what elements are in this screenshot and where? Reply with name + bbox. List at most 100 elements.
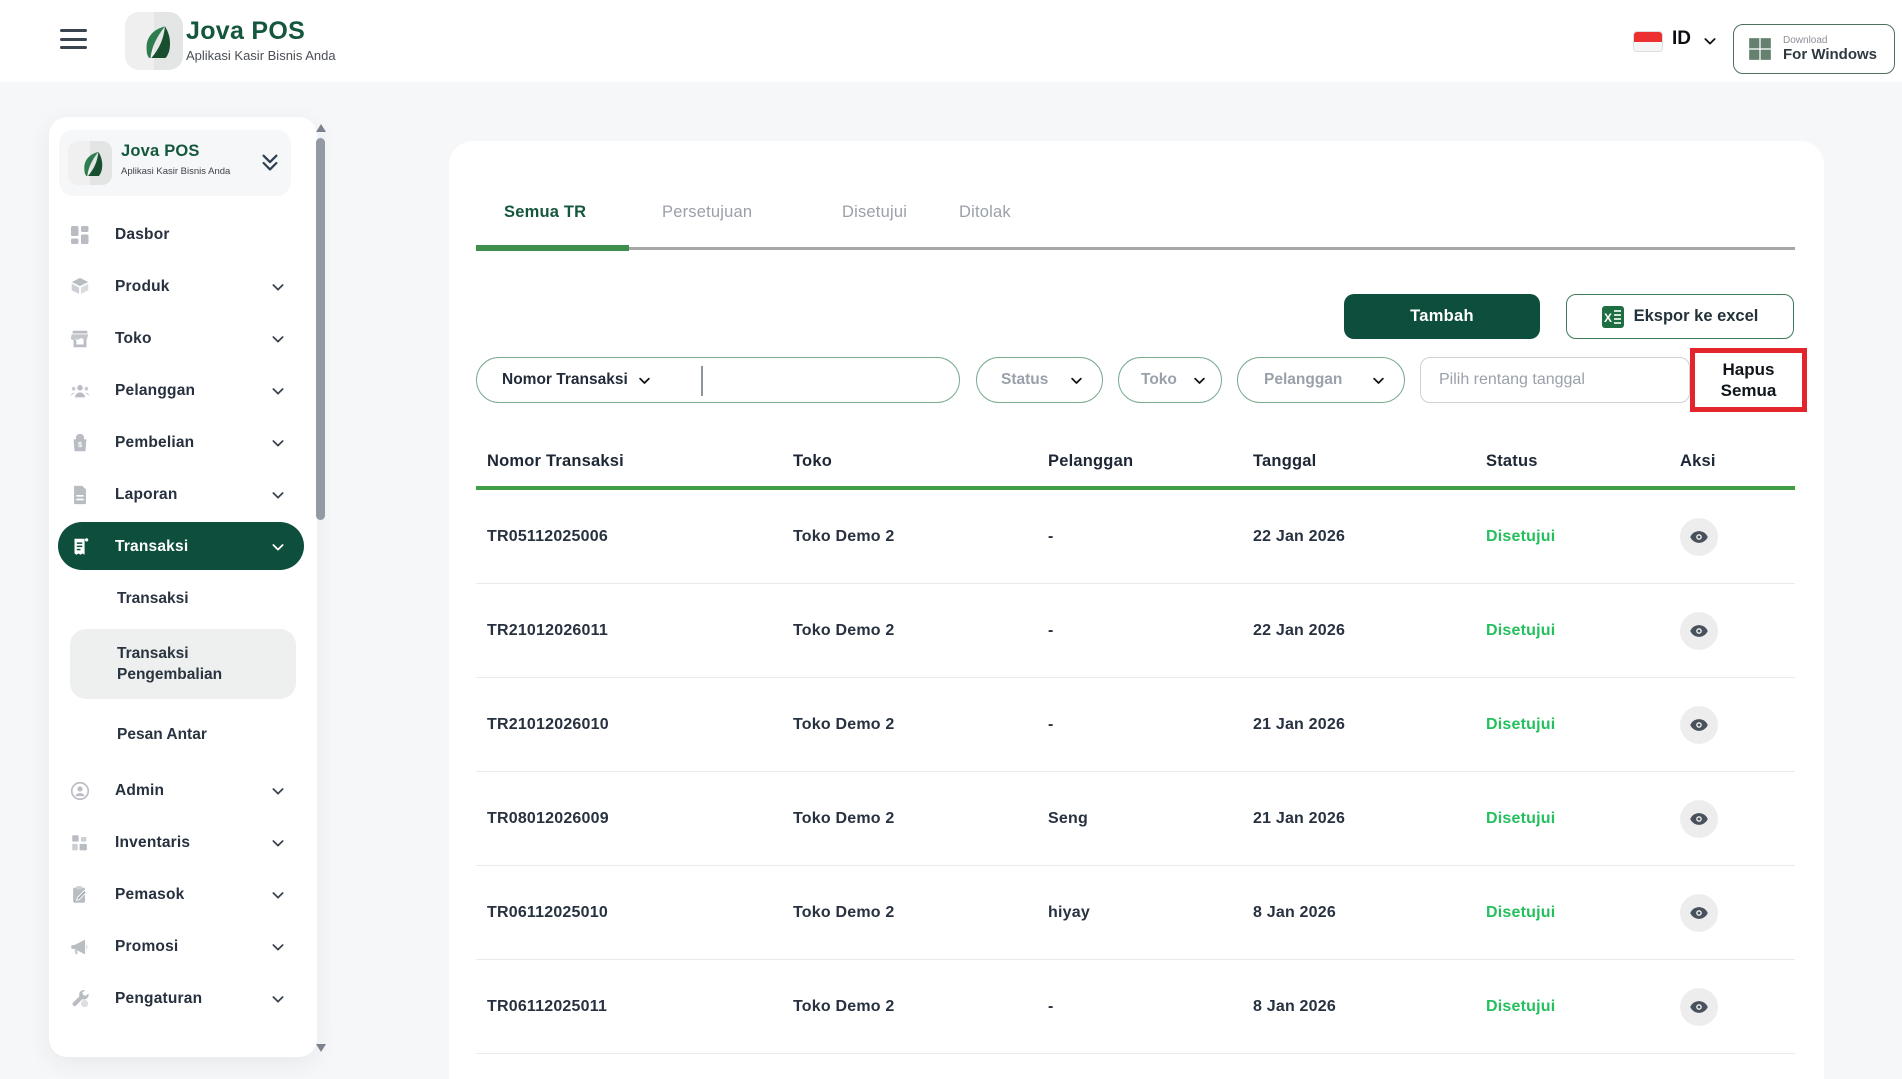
download-windows-button[interactable]: Download For Windows (1733, 24, 1895, 74)
chevron-down-icon (270, 539, 286, 555)
tab-semua-tr[interactable]: Semua TR (504, 203, 586, 222)
tambah-button[interactable]: Tambah (1344, 294, 1540, 339)
chevron-down-icon (270, 487, 286, 503)
status-badge: Disetujui (1486, 622, 1680, 640)
search-type-dropdown[interactable]: Nomor Transaksi (502, 371, 628, 389)
view-action-button[interactable] (1680, 706, 1718, 744)
language-selector[interactable]: ID (1672, 28, 1691, 50)
table-row: TR21012026010 Toko Demo 2 - 21 Jan 2026 … (476, 678, 1795, 772)
app-tagline: Aplikasi Kasir Bisnis Anda (186, 48, 336, 63)
col-header-pelanggan: Pelanggan (1048, 452, 1253, 471)
sidebar-subitem-transaksi[interactable]: Transaksi (49, 577, 317, 621)
search-input[interactable] (713, 362, 949, 398)
wrench-icon (69, 988, 91, 1010)
cell-nomor: TR21012026010 (487, 716, 793, 734)
hamburger-menu-icon[interactable] (60, 29, 87, 53)
clipboard-pen-icon (69, 884, 91, 906)
status-filter-dropdown[interactable]: Status (976, 357, 1103, 403)
tab-ditolak[interactable]: Ditolak (959, 203, 1011, 222)
date-range-input[interactable] (1421, 358, 1689, 402)
cell-tanggal: 8 Jan 2026 (1253, 904, 1486, 922)
view-action-button[interactable] (1680, 612, 1718, 650)
tab-disetujui[interactable]: Disetujui (842, 203, 907, 222)
scroll-up-arrow-icon[interactable] (316, 124, 326, 132)
cell-tanggal: 22 Jan 2026 (1253, 528, 1486, 546)
cell-tanggal: 21 Jan 2026 (1253, 716, 1486, 734)
sidebar-item-pembelian[interactable]: $ Pembelian (49, 417, 317, 469)
sidebar-item-promosi[interactable]: Promosi (49, 921, 317, 973)
status-filter-label: Status (1001, 371, 1048, 389)
sidebar-item-pemasok[interactable]: Pemasok (49, 869, 317, 921)
view-action-button[interactable] (1680, 800, 1718, 838)
sidebar-scrollbar[interactable] (315, 120, 327, 1056)
view-action-button[interactable] (1680, 518, 1718, 556)
windows-logo-icon (1747, 36, 1773, 62)
tabs-divider (476, 247, 1795, 250)
store-icon (69, 328, 91, 350)
pelanggan-filter-label: Pelanggan (1264, 371, 1342, 389)
chevron-down-icon (270, 991, 286, 1007)
col-header-aksi: Aksi (1680, 452, 1806, 471)
table-row: TR08012026009 Toko Demo 2 Seng 21 Jan 20… (476, 772, 1795, 866)
indonesia-flag-icon[interactable] (1633, 31, 1663, 52)
sidebar-item-laporan[interactable]: Laporan (49, 469, 317, 521)
export-excel-button[interactable]: X Ekspor ke excel (1566, 294, 1794, 339)
hapus-semua-button-highlighted[interactable]: Hapus Semua (1690, 348, 1807, 412)
sidebar-subitem-transaksi-pengembalian[interactable]: Transaksi Pengembalian (70, 629, 296, 699)
sidebar-item-dasbor[interactable]: Dasbor (49, 209, 317, 261)
sidebar-item-produk[interactable]: Produk (49, 261, 317, 313)
scroll-down-arrow-icon[interactable] (316, 1044, 326, 1052)
scrollbar-thumb[interactable] (316, 138, 325, 520)
sidebar-item-inventaris[interactable]: Inventaris (49, 817, 317, 869)
chevron-down-icon (270, 383, 286, 399)
chevron-down-icon (270, 783, 286, 799)
tab-persetujuan[interactable]: Persetujuan (662, 203, 752, 222)
chevron-down-icon (1371, 373, 1386, 388)
users-icon (69, 380, 91, 402)
leaf-icon (77, 150, 103, 176)
search-type-and-input: Nomor Transaksi (476, 357, 960, 403)
toko-filter-dropdown[interactable]: Toko (1118, 357, 1222, 403)
chevron-down-icon (270, 279, 286, 295)
pelanggan-filter-dropdown[interactable]: Pelanggan (1237, 357, 1405, 403)
chevron-down-icon (270, 939, 286, 955)
eye-icon (1689, 715, 1709, 735)
cell-nomor: TR05112025006 (487, 528, 793, 546)
app-title: Jova POS (186, 17, 336, 46)
sidebar-logo (68, 141, 112, 185)
chevron-down-icon (270, 435, 286, 451)
col-header-toko: Toko (793, 452, 1048, 471)
cell-pelanggan: - (1048, 528, 1253, 546)
box-icon (69, 276, 91, 298)
sidebar-subitem-label: Transaksi Pengembalian (117, 643, 277, 685)
main-content-card: Semua TR Persetujuan Disetujui Ditolak T… (449, 141, 1824, 1079)
export-excel-label: Ekspor ke excel (1634, 307, 1759, 326)
sidebar-item-admin[interactable]: Admin (49, 765, 317, 817)
chevron-down-icon (1069, 373, 1084, 388)
sidebar-item-pengaturan[interactable]: Pengaturan (49, 973, 317, 1025)
sidebar-item-pelanggan[interactable]: Pelanggan (49, 365, 317, 417)
chevron-down-icon[interactable] (637, 373, 652, 388)
sidebar-item-toko[interactable]: Toko (49, 313, 317, 365)
double-chevron-down-icon[interactable] (259, 151, 281, 175)
view-action-button[interactable] (1680, 988, 1718, 1026)
cell-tanggal: 22 Jan 2026 (1253, 622, 1486, 640)
cell-toko: Toko Demo 2 (793, 716, 1048, 734)
chevron-down-icon (1192, 373, 1207, 388)
sidebar-subitem-pesan-antar[interactable]: Pesan Antar (49, 713, 317, 757)
status-badge: Disetujui (1486, 528, 1680, 546)
sidebar-item-label: Dasbor (115, 226, 170, 244)
sidebar-item-label: Promosi (115, 938, 178, 956)
chevron-down-icon[interactable] (1702, 33, 1718, 49)
cell-pelanggan: - (1048, 998, 1253, 1016)
view-action-button[interactable] (1680, 894, 1718, 932)
status-badge: Disetujui (1486, 904, 1680, 922)
sidebar-subitem-label: Pesan Antar (117, 726, 207, 744)
toko-filter-label: Toko (1141, 371, 1177, 389)
sidebar-item-label: Transaksi (115, 538, 188, 556)
cell-pelanggan: hiyay (1048, 904, 1253, 922)
status-badge: Disetujui (1486, 998, 1680, 1016)
sidebar-item-transaksi[interactable]: Transaksi (49, 521, 317, 573)
cell-nomor: TR21012026011 (487, 622, 793, 640)
input-divider (701, 366, 703, 396)
